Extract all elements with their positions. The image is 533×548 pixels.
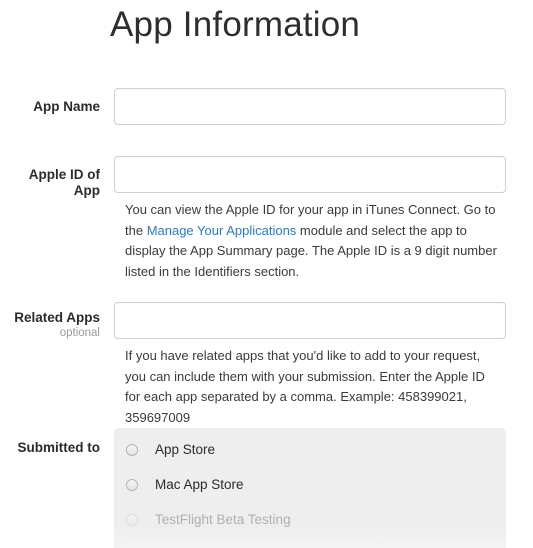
- page-title: App Information: [110, 5, 361, 44]
- radio-option-mac-app-store[interactable]: Mac App Store: [114, 467, 506, 502]
- app-information-form: App Information App Name Apple ID of App…: [0, 0, 533, 548]
- radio-icon[interactable]: [126, 443, 138, 456]
- manage-your-applications-link[interactable]: Manage Your Applications: [147, 223, 297, 238]
- radio-option-testflight-beta-testing: TestFlight Beta Testing: [114, 502, 506, 537]
- radio-option-app-store[interactable]: App Store: [114, 432, 506, 467]
- app-name-input[interactable]: [114, 88, 506, 125]
- apple-id-label: Apple ID of App: [28, 167, 100, 198]
- radio-option-label: TestFlight Beta Testing: [155, 511, 291, 527]
- apple-id-help-text: You can view the Apple ID for your app i…: [125, 200, 503, 282]
- related-apps-optional-label: optional: [59, 327, 100, 339]
- submitted-to-radio-group: App Store Mac App Store TestFlight Beta …: [114, 428, 506, 548]
- radio-icon: [126, 513, 138, 526]
- apple-id-input[interactable]: [114, 156, 506, 193]
- related-apps-help-text: If you have related apps that you'd like…: [125, 348, 485, 425]
- related-apps-label: Related Apps: [14, 310, 100, 325]
- radio-icon[interactable]: [126, 478, 138, 491]
- app-name-label: App Name: [33, 99, 100, 114]
- submitted-to-label: Submitted to: [17, 440, 101, 455]
- radio-option-label: App Store: [155, 441, 216, 457]
- radio-option-label: Mac App Store: [155, 476, 244, 492]
- related-apps-input[interactable]: [114, 302, 506, 339]
